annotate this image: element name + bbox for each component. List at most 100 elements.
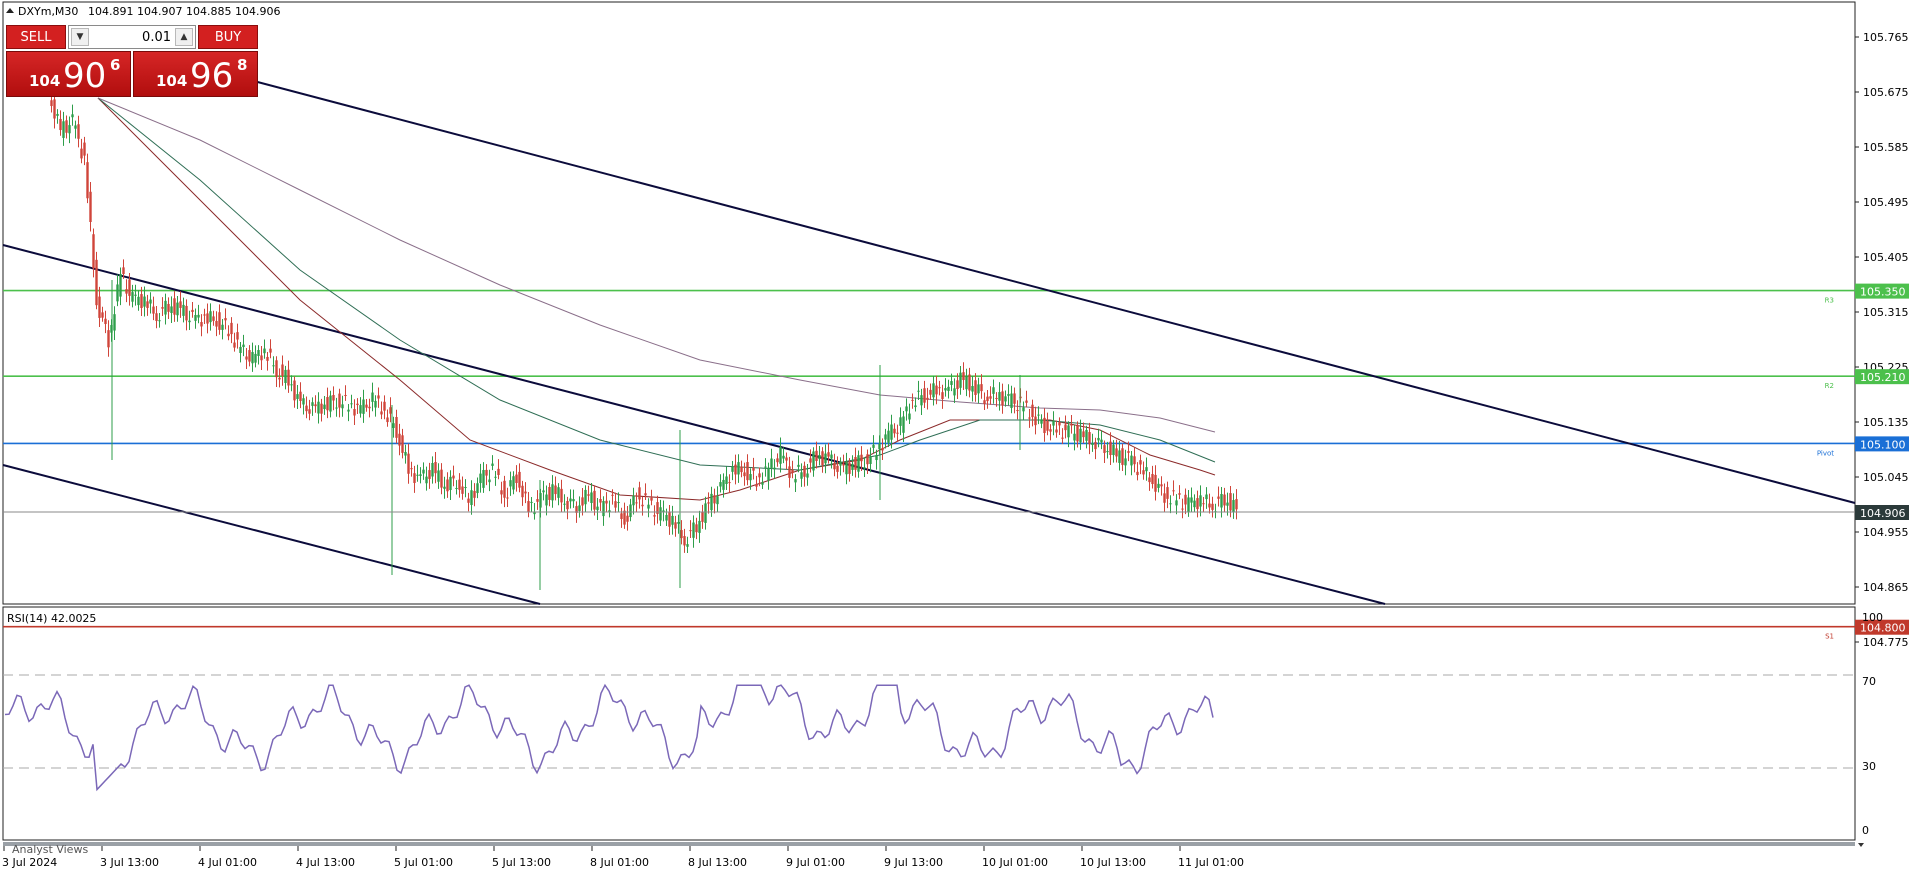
candle-body [389,407,392,414]
ask-price-button[interactable]: 104 96 8 [133,51,258,97]
candle-body [254,353,257,363]
candle-body [1079,428,1082,443]
candle-body [518,471,521,488]
candle-body [938,387,941,389]
lot-increase-icon[interactable]: ▲ [175,28,193,46]
candle-body [218,312,221,330]
lot-size-input[interactable] [91,27,171,47]
candle-body [83,142,86,156]
panel-arrow-icon[interactable] [1858,843,1864,847]
candle-body [1007,394,1010,396]
candle-body [68,125,71,134]
ask-price-point: 8 [237,56,248,74]
candle-body [905,406,908,412]
candle-body [395,417,398,438]
candle-body [236,332,239,340]
candle-body [1178,493,1181,495]
analyst-views-tab[interactable]: Analyst Views [12,843,88,856]
trend-channel-lines [2,79,1856,605]
candle-body [284,369,287,383]
candle-body [974,380,977,395]
candle-body [956,380,959,389]
rsi-axis-label: 0 [1862,824,1869,837]
time-tick-label: 4 Jul 01:00 [198,856,257,869]
candle-body [1100,439,1103,443]
candle-body [1187,497,1190,512]
candle-body [311,402,314,406]
candle-body [212,316,215,321]
chart-area[interactable]: DXYm,M30 104.891 104.907 104.885 104.906… [0,0,1916,874]
candle-body [671,515,674,525]
candle-body [710,493,713,511]
candle-body [227,333,230,337]
candle-body [296,394,299,399]
candle-body [605,500,608,504]
candle-body [74,125,77,129]
candle-body [86,162,89,199]
candle-body [731,466,734,472]
candle-body [50,100,53,107]
candle-body [728,482,731,484]
candle-body [998,392,1001,401]
candle-body [749,474,752,481]
candle-body [302,398,305,405]
bid-price-button[interactable]: 104 90 6 [6,51,131,97]
sell-button[interactable]: SELL [6,25,66,49]
ask-price-prefix: 104 [156,72,188,90]
candle-body [884,434,887,440]
candle-body [587,494,590,496]
candle-body [650,497,653,501]
candle-body [1058,422,1061,426]
symbol-label: DXYm,M30 [18,5,78,18]
candle-body [1034,416,1037,426]
candle-body [1088,432,1091,445]
candle-body [491,463,494,466]
candle-body [821,451,824,466]
candle-body [1112,444,1115,456]
candle-body [962,372,965,381]
lot-decrease-icon[interactable]: ▼ [71,28,89,46]
candle-body [338,393,341,408]
candle-body [1097,437,1100,441]
time-tick-label: 9 Jul 13:00 [884,856,943,869]
candle-body [1196,498,1199,510]
candle-body [1025,400,1028,403]
candle-body [854,457,857,470]
candle-body [1085,429,1088,441]
rsi-axis-label: 30 [1862,760,1876,773]
candle-body [812,451,815,471]
candle-body [836,465,839,472]
candle-body [509,480,512,487]
candle-body [758,473,761,478]
candle-body [593,490,596,510]
candle-body [398,433,401,446]
candle-body [1127,451,1130,453]
candle-body [719,482,722,487]
candle-body [1115,448,1118,457]
lot-size-field[interactable]: ▼ ▲ [68,25,196,49]
candle-body [1001,391,1004,406]
candle-body [614,501,617,508]
candle-body [857,455,860,472]
collapse-arrow-icon[interactable] [6,8,14,13]
buy-button[interactable]: BUY [198,25,258,49]
time-tick-label: 9 Jul 01:00 [786,856,845,869]
candle-body [899,417,902,426]
candle-body [1226,502,1229,506]
candle-body [242,344,245,348]
bottom-panel-divider[interactable] [3,842,1855,846]
candle-body [959,372,962,388]
candle-body [1109,441,1112,456]
candle-body [335,407,338,409]
candle-body [950,381,953,385]
candle-body [164,300,167,315]
candle-body [1166,487,1169,499]
candle-body [743,472,746,477]
price-tick-label: 105.045 [1863,471,1909,484]
candle-body [752,467,755,471]
candle-body [65,120,68,133]
candle-body [953,388,956,396]
candle-body [617,502,620,504]
candle-body [1016,410,1019,412]
candle-body [347,409,350,412]
